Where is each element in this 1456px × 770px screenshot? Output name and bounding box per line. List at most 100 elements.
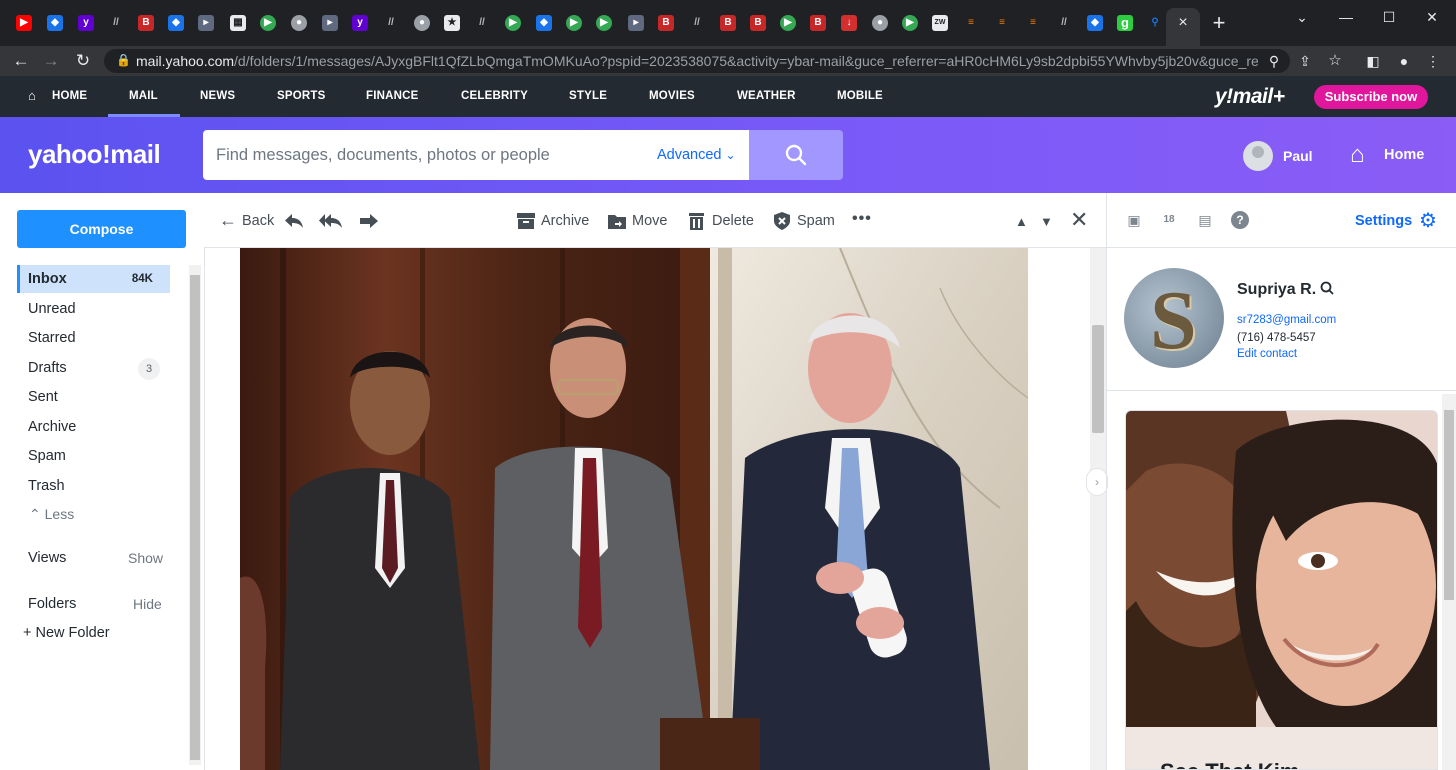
- browser-menu-icon[interactable]: ⋮: [1422, 51, 1444, 71]
- archive-button[interactable]: Archive: [541, 213, 589, 229]
- new-folder-button[interactable]: + New Folder: [23, 625, 110, 641]
- collapse-pane-button[interactable]: ›: [1086, 468, 1108, 496]
- sidebar-ad[interactable]: See That Kim...: [1125, 410, 1438, 770]
- nav-home[interactable]: HOME: [52, 90, 87, 102]
- tab-icon[interactable]: ZW: [932, 15, 948, 31]
- contacts-icon[interactable]: ▣: [1125, 211, 1143, 229]
- tab-icon[interactable]: ▦: [230, 15, 246, 31]
- spam-icon[interactable]: [774, 212, 790, 230]
- right-pane-scrollbar-thumb[interactable]: [1444, 410, 1454, 600]
- close-tab-icon[interactable]: ×: [1175, 14, 1191, 32]
- side-panel-icon[interactable]: ◧: [1362, 51, 1384, 71]
- close-window-icon[interactable]: ✕: [1417, 8, 1447, 26]
- globe-tab-icon[interactable]: ●: [414, 15, 430, 31]
- tab-icon[interactable]: //: [1056, 15, 1072, 31]
- ad-caption[interactable]: See That Kim...: [1160, 759, 1318, 769]
- folder-trash[interactable]: Trash: [17, 472, 170, 500]
- reply-all-icon[interactable]: [319, 213, 343, 229]
- compose-button[interactable]: Compose: [17, 210, 186, 248]
- rumble-tab-icon[interactable]: ▶: [780, 15, 796, 31]
- notepad-icon[interactable]: ▤: [1196, 211, 1214, 229]
- share-icon[interactable]: ⇪: [1294, 51, 1316, 71]
- maximize-icon[interactable]: ☐: [1374, 8, 1404, 26]
- folder-spam[interactable]: Spam: [17, 442, 170, 470]
- zoom-icon[interactable]: ⚲: [1265, 52, 1283, 70]
- rumble-tab-icon[interactable]: ▶: [260, 15, 276, 31]
- tab-icon[interactable]: ▸: [322, 15, 338, 31]
- user-name[interactable]: Paul: [1283, 148, 1313, 164]
- yahoo-mail-plus-logo[interactable]: y!mail+: [1215, 85, 1285, 109]
- tab-icon[interactable]: ↓: [841, 15, 857, 31]
- gear-icon[interactable]: ⚙: [1419, 208, 1437, 233]
- home-link[interactable]: Home: [1384, 147, 1424, 163]
- rumble-tab-icon[interactable]: ▶: [902, 15, 918, 31]
- yahoo-tab-icon[interactable]: y: [352, 15, 368, 31]
- views-show-toggle[interactable]: Show: [128, 550, 163, 566]
- profile-icon[interactable]: ●: [1393, 51, 1415, 71]
- home-small-icon[interactable]: ⌂: [28, 88, 36, 103]
- sidebar-scrollbar-thumb[interactable]: [190, 275, 200, 760]
- next-message-icon[interactable]: ▼: [1040, 211, 1053, 233]
- yahoo-mail-logo[interactable]: yahoo!mail: [28, 139, 161, 170]
- shield-tab-icon[interactable]: ◆: [536, 15, 552, 31]
- previous-message-icon[interactable]: ▲: [1015, 211, 1028, 233]
- shield-tab-icon[interactable]: ◆: [47, 15, 63, 31]
- archive-icon[interactable]: [517, 213, 535, 229]
- substack-tab-icon[interactable]: ≡: [994, 15, 1010, 31]
- avatar[interactable]: [1243, 141, 1273, 171]
- minimize-icon[interactable]: —: [1331, 8, 1361, 26]
- help-icon[interactable]: ?: [1231, 211, 1249, 229]
- tab-icon[interactable]: //: [108, 15, 124, 31]
- breitbart-tab-icon[interactable]: B: [138, 15, 154, 31]
- nav-weather[interactable]: WEATHER: [737, 90, 796, 102]
- globe-tab-icon[interactable]: ●: [291, 15, 307, 31]
- delete-button[interactable]: Delete: [712, 213, 754, 229]
- nav-mobile[interactable]: MOBILE: [837, 90, 883, 102]
- message-scrollbar-thumb[interactable]: [1092, 325, 1104, 433]
- breitbart-tab-icon[interactable]: B: [720, 15, 736, 31]
- search-input[interactable]: Find messages, documents, photos or peop…: [203, 130, 749, 180]
- shield-tab-icon[interactable]: ◆: [1087, 15, 1103, 31]
- nav-news[interactable]: NEWS: [200, 90, 235, 102]
- folder-inbox[interactable]: Inbox 84K: [17, 265, 170, 293]
- back-arrow-icon[interactable]: ←: [219, 209, 237, 231]
- browser-forward-icon[interactable]: →: [40, 51, 62, 71]
- move-icon[interactable]: [608, 213, 626, 229]
- settings-link[interactable]: Settings: [1355, 213, 1412, 229]
- nav-movies[interactable]: MOVIES: [649, 90, 695, 102]
- more-actions-button[interactable]: •••: [852, 210, 872, 228]
- less-toggle[interactable]: ⌃ Less: [29, 506, 74, 523]
- tab-icon[interactable]: //: [474, 15, 490, 31]
- tab-icon[interactable]: //: [689, 15, 705, 31]
- tab-icon[interactable]: g: [1117, 15, 1133, 31]
- substack-tab-icon[interactable]: ≡: [1025, 15, 1041, 31]
- folder-archive[interactable]: Archive: [17, 413, 170, 441]
- folders-hide-toggle[interactable]: Hide: [133, 596, 162, 612]
- edit-contact-link[interactable]: Edit contact: [1237, 348, 1297, 360]
- folder-starred[interactable]: Starred: [17, 324, 170, 352]
- contact-avatar[interactable]: S: [1124, 268, 1224, 368]
- close-message-icon[interactable]: ✕: [1070, 209, 1088, 231]
- reply-icon[interactable]: [284, 213, 304, 229]
- tab-icon[interactable]: ★: [444, 15, 460, 31]
- url-field[interactable]: 🔒 mail.yahoo.com/d/folders/1/messages/AJ…: [104, 49, 1290, 73]
- yahoo-tab-icon[interactable]: y: [78, 15, 94, 31]
- calendar-icon[interactable]: 18: [1160, 211, 1178, 229]
- breitbart-tab-icon[interactable]: B: [750, 15, 766, 31]
- tab-icon[interactable]: ▸: [198, 15, 214, 31]
- substack-tab-icon[interactable]: ≡: [963, 15, 979, 31]
- reload-icon[interactable]: ↻: [72, 51, 94, 71]
- move-button[interactable]: Move: [632, 213, 667, 229]
- rumble-tab-icon[interactable]: ▶: [566, 15, 582, 31]
- shield-tab-icon[interactable]: ◆: [168, 15, 184, 31]
- search-button[interactable]: [749, 130, 843, 180]
- forward-icon[interactable]: [359, 213, 379, 229]
- tab-icon[interactable]: //: [383, 15, 399, 31]
- tab-search-icon[interactable]: ⌄: [1287, 8, 1317, 26]
- back-button[interactable]: Back: [242, 213, 274, 229]
- home-icon[interactable]: ⌂: [1350, 141, 1365, 169]
- globe-tab-icon[interactable]: ●: [872, 15, 888, 31]
- rumble-tab-icon[interactable]: ▶: [505, 15, 521, 31]
- nav-style[interactable]: STYLE: [569, 90, 607, 102]
- advanced-search-button[interactable]: Advanced ⌄: [657, 147, 736, 163]
